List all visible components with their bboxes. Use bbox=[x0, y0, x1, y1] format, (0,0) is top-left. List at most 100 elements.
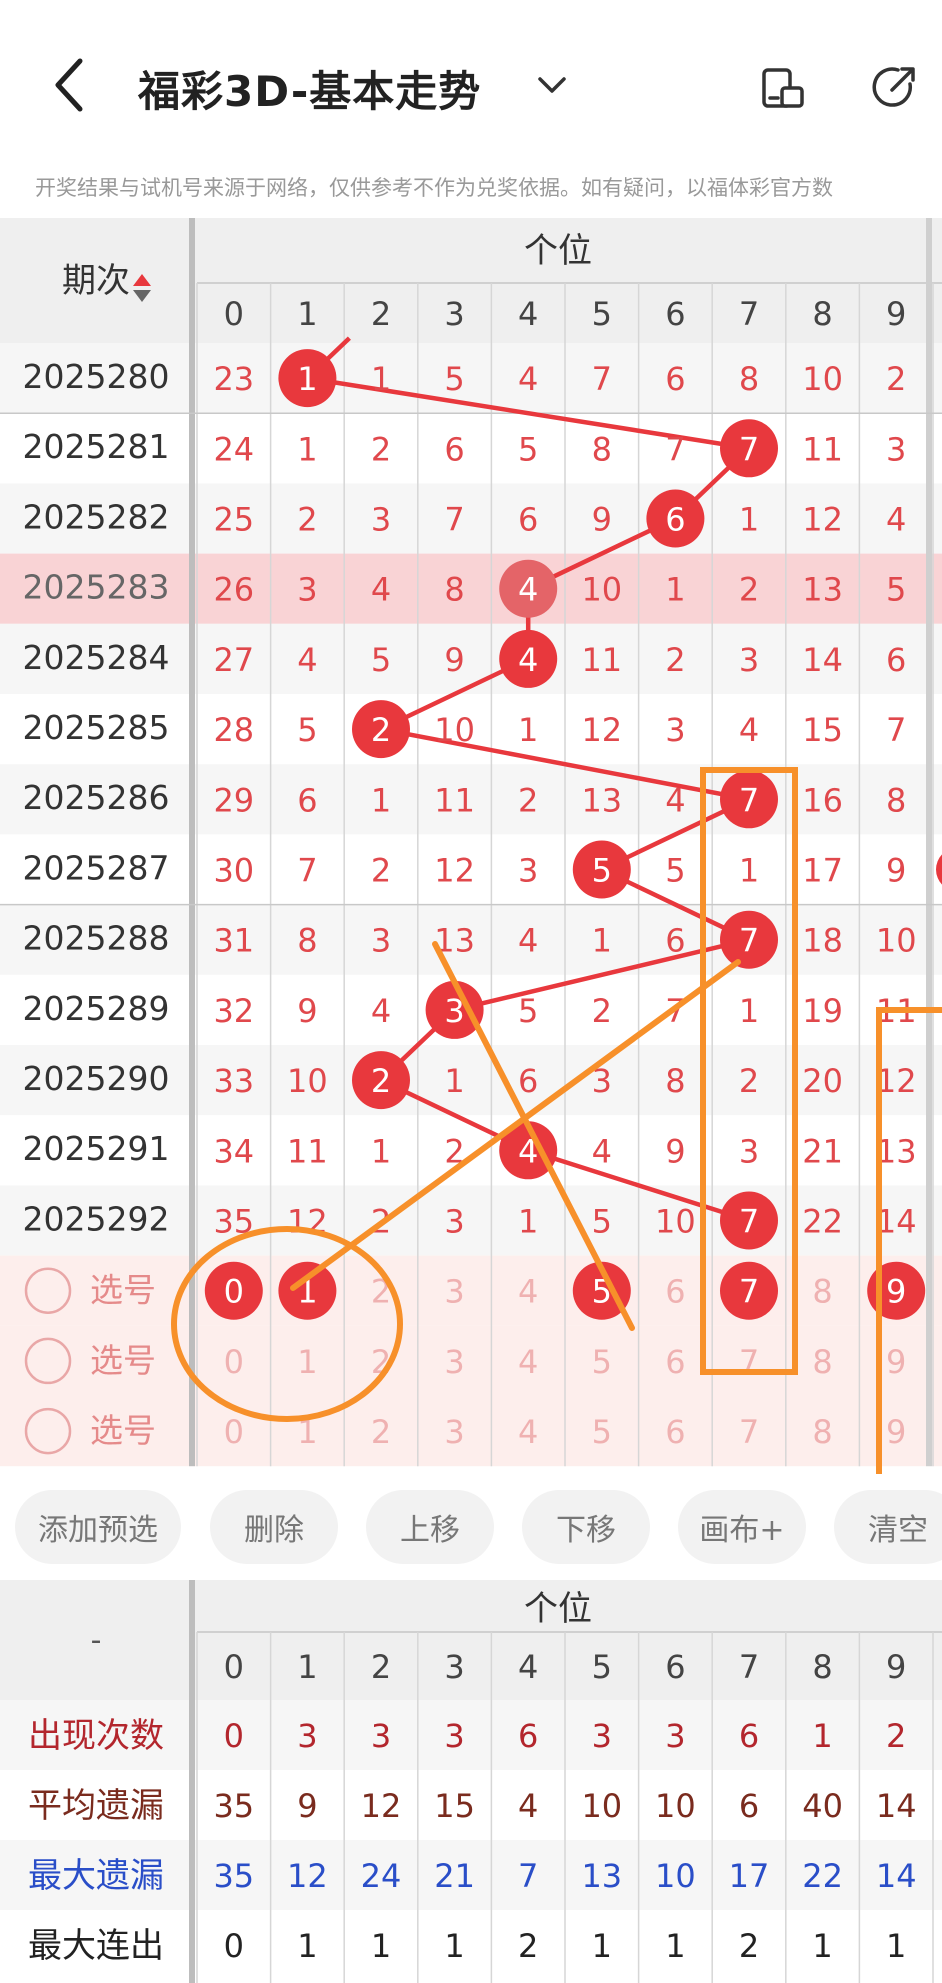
stats-value: 12 bbox=[361, 1787, 402, 1825]
selected-digit[interactable]: 7 bbox=[739, 1273, 759, 1311]
pick-digit[interactable]: 7 bbox=[739, 1343, 759, 1381]
miss-count: 2 bbox=[371, 852, 391, 890]
pick-digit[interactable]: 7 bbox=[739, 1413, 759, 1451]
pick-digit[interactable]: 6 bbox=[665, 1343, 685, 1381]
pick-digit[interactable]: 1 bbox=[297, 1343, 317, 1381]
digit-header: 7 bbox=[739, 295, 759, 333]
stats-value: 1 bbox=[812, 1927, 832, 1965]
miss-count: 3 bbox=[739, 641, 759, 679]
pick-digit[interactable]: 4 bbox=[518, 1273, 538, 1311]
pick-digit[interactable]: 4 bbox=[518, 1413, 538, 1451]
pick-digit[interactable]: 4 bbox=[518, 1343, 538, 1381]
pick-digit[interactable]: 8 bbox=[812, 1413, 832, 1451]
stats-value: 10 bbox=[655, 1857, 696, 1895]
miss-count: 2 bbox=[371, 430, 391, 468]
pick-digit[interactable]: 8 bbox=[812, 1343, 832, 1381]
disclaimer-text: 开奖结果与试机号来源于网络，仅供参考不作为兑奖依据。如有疑问，以福体彩官方数 bbox=[35, 176, 833, 200]
stats-value: 1 bbox=[812, 1717, 832, 1755]
stats-value: 1 bbox=[665, 1927, 685, 1965]
move-up-button[interactable]: 上移 bbox=[366, 1490, 494, 1564]
miss-count: 6 bbox=[518, 501, 538, 539]
stats-value: 9 bbox=[297, 1787, 317, 1825]
miss-count: 5 bbox=[518, 992, 538, 1030]
stats-row-label: 出现次数 bbox=[28, 1716, 164, 1756]
stats-digit-header: 9 bbox=[886, 1648, 906, 1686]
stats-value: 2 bbox=[518, 1927, 538, 1965]
pick-digit[interactable]: 6 bbox=[665, 1413, 685, 1451]
pick-digit[interactable]: 9 bbox=[886, 1343, 906, 1381]
miss-count: 4 bbox=[371, 571, 391, 609]
miss-count: 25 bbox=[213, 501, 254, 539]
move-down-button[interactable]: 下移 bbox=[522, 1490, 650, 1564]
pick-digit[interactable]: 2 bbox=[371, 1413, 391, 1451]
miss-count: 1 bbox=[665, 571, 685, 609]
miss-count: 5 bbox=[518, 430, 538, 468]
miss-count: 7 bbox=[665, 430, 685, 468]
pick-digit[interactable]: 3 bbox=[444, 1413, 464, 1451]
stats-value: 1 bbox=[297, 1927, 317, 1965]
miss-count: 22 bbox=[802, 1203, 843, 1241]
pick-digit[interactable]: 3 bbox=[444, 1343, 464, 1381]
period-label: 2025286 bbox=[23, 778, 170, 817]
miss-count: 12 bbox=[434, 852, 475, 890]
miss-count: 4 bbox=[739, 711, 759, 749]
screen-rotate-icon[interactable] bbox=[758, 62, 808, 112]
pick-digit[interactable]: 5 bbox=[592, 1413, 612, 1451]
miss-count: 9 bbox=[886, 852, 906, 890]
pick-digit[interactable]: 0 bbox=[224, 1413, 244, 1451]
miss-count: 1 bbox=[297, 430, 317, 468]
stats-value: 13 bbox=[581, 1857, 622, 1895]
pick-digit[interactable]: 3 bbox=[444, 1273, 464, 1311]
miss-count: 4 bbox=[297, 641, 317, 679]
stats-value: 2 bbox=[739, 1927, 759, 1965]
page-title[interactable]: 福彩3D-基本走势 bbox=[138, 58, 481, 119]
delete-button[interactable]: 删除 bbox=[210, 1490, 338, 1564]
pick-digit[interactable]: 9 bbox=[886, 1413, 906, 1451]
miss-count: 11 bbox=[434, 781, 475, 819]
canvas-plus-button[interactable]: 画布+ bbox=[678, 1490, 806, 1564]
miss-count: 5 bbox=[444, 360, 464, 398]
trend-chart: 期次个位0 1 2 3 4 5 6 7 8 920252802025281202528220252… bbox=[0, 218, 942, 1474]
stats-value: 4 bbox=[518, 1787, 538, 1825]
miss-count: 1 bbox=[739, 852, 759, 890]
miss-count: 1 bbox=[371, 1132, 391, 1170]
hit-number: 4 bbox=[518, 571, 538, 609]
chevron-down-icon[interactable] bbox=[535, 70, 569, 100]
period-label: 2025285 bbox=[23, 708, 170, 747]
stats-header-bg bbox=[0, 1580, 942, 1700]
miss-count: 3 bbox=[665, 711, 685, 749]
miss-count: 8 bbox=[444, 571, 464, 609]
clear-button[interactable]: 清空 bbox=[834, 1490, 942, 1564]
hit-number: 2 bbox=[371, 711, 391, 749]
pick-digit[interactable]: 0 bbox=[224, 1343, 244, 1381]
miss-count: 7 bbox=[592, 360, 612, 398]
stats-digit-header: 6 bbox=[665, 1648, 685, 1686]
pick-digit[interactable]: 8 bbox=[812, 1273, 832, 1311]
miss-count: 3 bbox=[297, 571, 317, 609]
miss-count: 17 bbox=[802, 852, 843, 890]
miss-count: 18 bbox=[802, 922, 843, 960]
add-preselect-button[interactable]: 添加预选 bbox=[15, 1490, 181, 1564]
stats-value: 6 bbox=[518, 1717, 538, 1755]
miss-count: 28 bbox=[213, 711, 254, 749]
selected-digit[interactable]: 0 bbox=[224, 1273, 244, 1311]
miss-count: 6 bbox=[886, 641, 906, 679]
back-arrow-icon[interactable] bbox=[50, 55, 90, 115]
miss-count: 8 bbox=[592, 430, 612, 468]
miss-count: 10 bbox=[434, 711, 475, 749]
app-header: 福彩3D-基本走势 开奖结果与试机号来源于网络，仅供参考不作为兑奖依据。如有疑问… bbox=[0, 0, 942, 200]
period-label: 2025290 bbox=[23, 1059, 170, 1098]
selected-digit[interactable]: 9 bbox=[886, 1273, 906, 1311]
share-icon[interactable] bbox=[870, 62, 920, 112]
stats-grid: -个位0 1 2 3 4 5 6 7 8 9出现次数 0 3 3 3 6 3 3 6 1 2平均遗漏 35 9 12 15 4 1… bbox=[0, 1580, 942, 1983]
stats-digit-header: 5 bbox=[592, 1648, 612, 1686]
stats-corner: - bbox=[91, 1623, 102, 1658]
miss-count: 9 bbox=[297, 992, 317, 1030]
miss-count: 6 bbox=[665, 922, 685, 960]
stats-digit-header: 2 bbox=[371, 1648, 391, 1686]
hit-number: 7 bbox=[739, 922, 759, 960]
stats-value: 1 bbox=[444, 1927, 464, 1965]
pick-digit[interactable]: 5 bbox=[592, 1343, 612, 1381]
miss-count: 11 bbox=[287, 1132, 328, 1170]
pick-digit[interactable]: 6 bbox=[665, 1273, 685, 1311]
